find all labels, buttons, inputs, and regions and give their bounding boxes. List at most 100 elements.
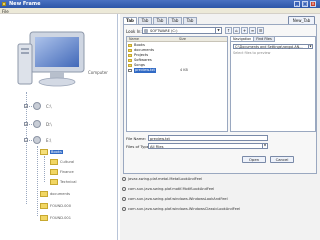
folder-icon	[50, 179, 58, 185]
file-chooser: Look In: SOFTWARE (C:) ▼ ↑ ⌂ + ≡ ☰ Name …	[123, 24, 317, 174]
maximize-icon[interactable]: □	[302, 1, 308, 7]
folder-label: FOUND.000	[50, 204, 71, 208]
radio-button[interactable]	[122, 207, 126, 211]
file-name-field[interactable]: preview.txt	[148, 135, 268, 141]
folder-label: Finance	[60, 170, 74, 174]
list-item[interactable]: preview.txt 4 KB	[128, 68, 226, 73]
drive-icon	[33, 102, 41, 110]
cancel-button[interactable]: Cancel	[270, 156, 294, 163]
preview-placeholder: Select files to preview	[233, 51, 271, 55]
tree-connector	[44, 156, 45, 182]
drive-label: C:\	[46, 104, 52, 109]
look-and-feel-label: com.sun.java.swing.plaf.windows.WindowsC…	[128, 207, 241, 211]
folder-label: Technical	[60, 180, 77, 184]
file-name-label: File Name:	[126, 136, 147, 141]
file-name: preview.txt	[134, 68, 156, 73]
close-icon[interactable]: ×	[310, 1, 316, 7]
name-column-header[interactable]: Name	[129, 37, 139, 42]
look-and-feel-label: com.sun.java.swing.plaf.windows.WindowsL…	[128, 197, 228, 201]
file-size: 4 KB	[180, 68, 188, 72]
tab-find-files[interactable]: Find Files	[254, 37, 275, 42]
file-tree[interactable]: Computer + C:\ + D:\ − E:\ Books Cultura…	[0, 14, 118, 240]
path-combo[interactable]: C:\Documents and Settings\rangol.AN... ▼	[233, 44, 313, 49]
folder-open-icon	[40, 149, 48, 155]
drive-label: D:\	[46, 122, 52, 127]
look-and-feel-option[interactable]: com.sun.java.swing.plaf.windows.WindowsC…	[122, 206, 312, 212]
chevron-down-icon[interactable]: ▼	[262, 144, 267, 148]
look-and-feel-label: javax.swing.plaf.metal.MetalLookAndFeel	[128, 177, 203, 181]
preview-panel: Navigation Find Files C:\Documents and S…	[230, 36, 316, 132]
drive-label: E:\	[46, 138, 52, 143]
home-icon[interactable]: ⌂	[233, 27, 240, 34]
app-icon	[2, 2, 6, 6]
file-type-select[interactable]: All Files ▼	[148, 143, 268, 149]
computer-label: Computer	[88, 70, 108, 75]
document-icon	[128, 69, 132, 72]
title-bar[interactable]: New Frame _ □ ×	[0, 0, 320, 8]
folder-label: FOUND.001	[50, 216, 71, 220]
app-window: New Frame _ □ × File Computer + C:\ + D:…	[0, 0, 320, 240]
folder-icon	[128, 44, 132, 47]
file-name-value: preview.txt	[150, 136, 170, 141]
tab-3[interactable]: Tab	[153, 17, 167, 24]
expand-icon[interactable]: +	[24, 104, 28, 108]
chevron-down-icon[interactable]: ▼	[215, 28, 221, 33]
window-title: New Frame	[9, 1, 41, 7]
menu-file[interactable]: File	[2, 9, 9, 14]
folder-icon	[128, 64, 132, 67]
open-button[interactable]: Open	[242, 156, 266, 163]
tab-1[interactable]: Tab	[123, 17, 137, 24]
minimize-icon[interactable]: _	[294, 1, 300, 7]
tab-2[interactable]: Tab	[138, 17, 152, 24]
details-view-icon[interactable]: ☰	[257, 27, 264, 34]
radio-button[interactable]	[122, 177, 126, 181]
tree-node-drive-e[interactable]: −	[24, 136, 44, 144]
look-and-feel-label: com.sun.java.swing.plaf.motif.MotifLookA…	[128, 187, 215, 191]
tree-node-drive-c[interactable]: +	[24, 102, 44, 110]
file-list[interactable]: Name Size Books documents Projects Softw…	[126, 36, 228, 132]
folder-label: Cultural	[60, 160, 75, 164]
preview-tab-strip: Navigation Find Files	[231, 37, 275, 42]
path-value: C:\Documents and Settings\rangol.AN...	[235, 45, 303, 49]
file-type-label: Files of Type:	[126, 144, 151, 149]
look-and-feel-option[interactable]: javax.swing.plaf.metal.MetalLookAndFeel	[122, 176, 312, 182]
new-folder-icon[interactable]: +	[241, 27, 248, 34]
folder-label: Books	[50, 150, 63, 154]
collapse-icon[interactable]: −	[24, 138, 28, 142]
folder-icon	[40, 203, 48, 209]
folder-icon	[128, 49, 132, 52]
folder-icon	[128, 59, 132, 62]
drive-icon	[144, 29, 148, 33]
list-view-icon[interactable]: ≡	[249, 27, 256, 34]
folder-icon	[128, 54, 132, 57]
tab-navigation[interactable]: Navigation	[231, 37, 255, 42]
computer-icon[interactable]	[16, 30, 90, 92]
chevron-down-icon[interactable]: ▼	[308, 45, 312, 49]
file-type-value: All Files	[150, 144, 164, 149]
folder-label: documents	[50, 192, 71, 196]
look-and-feel-option[interactable]: com.sun.java.swing.plaf.motif.MotifLookA…	[122, 186, 312, 192]
file-list-header: Name Size	[127, 37, 227, 42]
look-in-value: SOFTWARE (C:)	[150, 28, 178, 33]
tab-strip: Tab Tab Tab Tab Tab	[123, 17, 198, 24]
look-in-combo[interactable]: SOFTWARE (C:) ▼	[142, 27, 222, 34]
tab-5[interactable]: Tab	[183, 17, 197, 24]
radio-button[interactable]	[122, 197, 126, 201]
tab-4[interactable]: Tab	[168, 17, 182, 24]
folder-icon	[40, 191, 48, 197]
drive-icon	[33, 120, 41, 128]
size-column-header[interactable]: Size	[179, 37, 186, 42]
folder-icon	[40, 215, 48, 221]
radio-button[interactable]	[122, 187, 126, 191]
folder-icon	[50, 159, 58, 165]
expand-icon[interactable]: +	[24, 122, 28, 126]
drive-icon	[33, 136, 41, 144]
look-in-label: Look In:	[126, 29, 142, 34]
tree-node-drive-d[interactable]: +	[24, 120, 44, 128]
tab-pane: Tab Tab Tab Tab Tab New_Tab Look In: SOF…	[120, 14, 320, 240]
tree-connector	[37, 146, 38, 216]
folder-icon	[50, 169, 58, 175]
tree-connector	[26, 92, 27, 204]
up-folder-icon[interactable]: ↑	[225, 27, 232, 34]
look-and-feel-option[interactable]: com.sun.java.swing.plaf.windows.WindowsL…	[122, 196, 312, 202]
